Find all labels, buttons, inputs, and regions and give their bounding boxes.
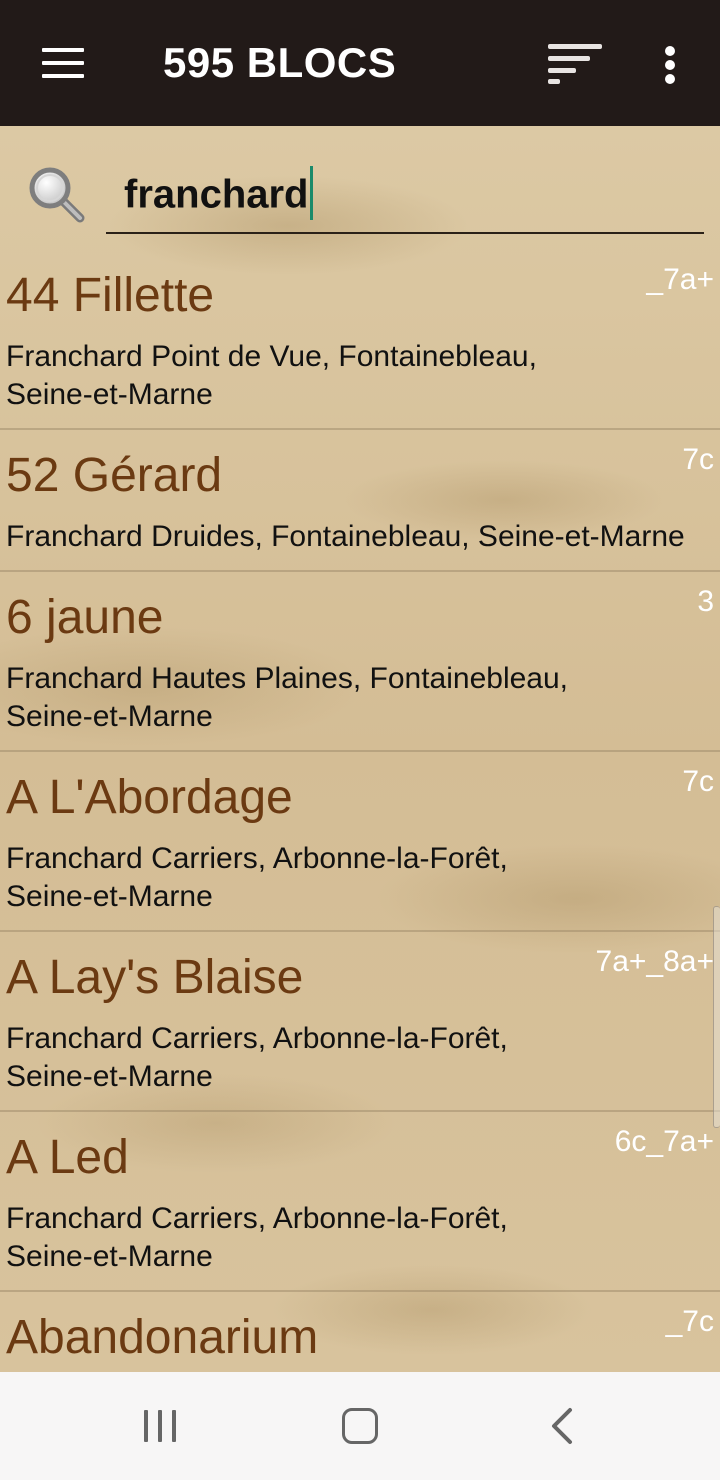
item-grade: _7c — [665, 1305, 714, 1338]
page-title: 595 BLOCS — [163, 39, 397, 86]
home-icon[interactable] — [340, 1406, 380, 1446]
search-input[interactable]: franchard — [106, 162, 704, 234]
item-location: Franchard Carriers, Arbonne-la-Forêt, Se… — [6, 1202, 508, 1273]
list-item[interactable]: A Lay's Blaise 7a+_8a+ Franchard Carrier… — [0, 932, 720, 1112]
app-bar: 595 BLOCS — [0, 0, 720, 126]
search-input-value: franchard — [124, 172, 309, 217]
item-name: 44 Fillette — [6, 269, 215, 322]
item-name: A L'Abordage — [6, 771, 293, 824]
recent-apps-icon[interactable] — [140, 1408, 180, 1444]
item-grade: 7c — [682, 765, 714, 798]
text-caret — [309, 166, 313, 220]
magnifier-icon — [26, 164, 88, 226]
back-icon[interactable] — [540, 1406, 580, 1446]
item-location: Franchard Carriers, Arbonne-la-Forêt, Se… — [6, 842, 508, 913]
list-item[interactable]: 6 jaune 3 Franchard Hautes Plaines, Font… — [0, 572, 720, 752]
item-location: Franchard Carriers, Arbonne-la-Forêt, Se… — [6, 1022, 508, 1093]
list-item[interactable]: A Led 6c_7a+ Franchard Carriers, Arbonne… — [0, 1112, 720, 1292]
item-name: Abandonarium — [6, 1311, 319, 1364]
item-location: Franchard Point de Vue, Fontainebleau, S… — [6, 340, 537, 411]
system-nav-bar — [0, 1372, 720, 1480]
item-grade: 7c — [682, 443, 714, 476]
boulder-list: 44 Fillette _7a+ Franchard Point de Vue,… — [0, 250, 720, 1372]
list-item[interactable]: Abandonarium _7c — [0, 1292, 720, 1372]
list-item[interactable]: 52 Gérard 7c Franchard Druides, Fontaine… — [0, 430, 720, 572]
hamburger-menu-icon[interactable] — [40, 46, 86, 80]
sort-icon[interactable] — [544, 44, 604, 84]
main-content: franchard 44 Fillette _7a+ Franchard Poi… — [0, 126, 720, 1372]
list-item[interactable]: 44 Fillette _7a+ Franchard Point de Vue,… — [0, 250, 720, 430]
list-item[interactable]: A L'Abordage 7c Franchard Carriers, Arbo… — [0, 752, 720, 932]
search-bar: franchard — [0, 126, 720, 250]
item-grade: _7a+ — [646, 263, 714, 296]
item-grade: 6c_7a+ — [614, 1125, 714, 1158]
item-name: 52 Gérard — [6, 449, 223, 502]
item-name: 6 jaune — [6, 591, 164, 644]
item-name: A Lay's Blaise — [6, 951, 304, 1004]
item-grade: 3 — [697, 585, 714, 618]
more-vertical-icon[interactable] — [656, 44, 684, 84]
item-location: Franchard Druides, Fontainebleau, Seine-… — [6, 520, 685, 553]
scrollbar[interactable] — [713, 906, 720, 1128]
item-location: Franchard Hautes Plaines, Fontainebleau,… — [6, 662, 569, 733]
item-grade: 7a+_8a+ — [595, 945, 714, 978]
item-name: A Led — [6, 1131, 129, 1184]
